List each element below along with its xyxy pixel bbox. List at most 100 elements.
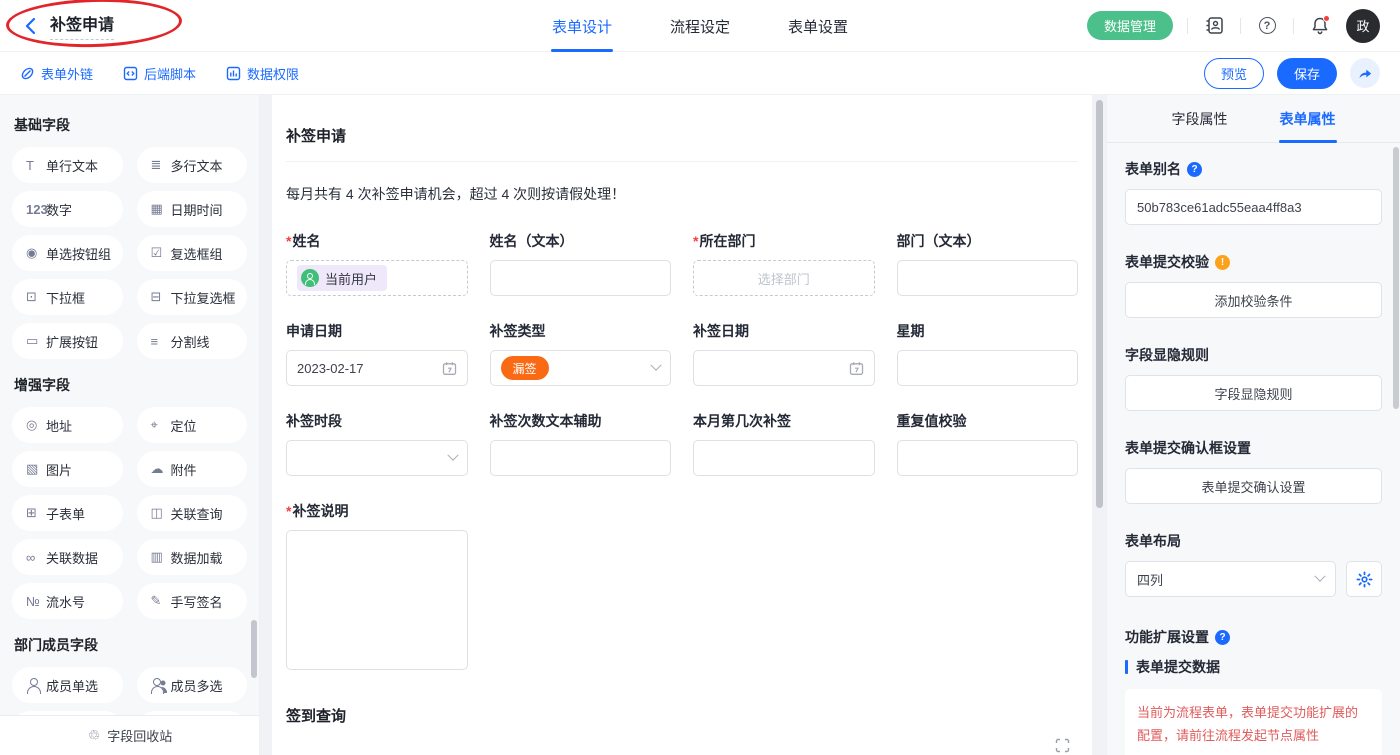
- contact-book-icon[interactable]: [1202, 14, 1226, 38]
- field-item-single-line-text[interactable]: T单行文本: [12, 147, 123, 183]
- field-sign-date[interactable]: 补签日期: [693, 321, 875, 386]
- text-input[interactable]: [693, 440, 875, 476]
- back-button[interactable]: [20, 16, 40, 36]
- field-item-linked-data[interactable]: ∞关联数据: [12, 539, 123, 575]
- checkbox-icon: ☑: [151, 245, 171, 261]
- linked-data-icon: ∞: [26, 550, 46, 565]
- radio-icon: ◉: [26, 245, 46, 261]
- field-item-multi-dropdown[interactable]: ⊟下拉复选框: [137, 279, 248, 315]
- panel-scrollbar[interactable]: [1393, 143, 1399, 755]
- image-icon: ▧: [26, 461, 46, 477]
- divider: [1187, 18, 1188, 34]
- field-name-text[interactable]: 姓名（文本）: [490, 231, 672, 296]
- field-department-text[interactable]: 部门（文本）: [897, 231, 1079, 296]
- add-validation-button[interactable]: 添加校验条件: [1125, 282, 1382, 318]
- field-item-multi-line-text[interactable]: ≣多行文本: [137, 147, 248, 183]
- date-input[interactable]: [693, 350, 875, 386]
- help-icon[interactable]: ?: [1215, 630, 1230, 645]
- submit-confirm-button[interactable]: 表单提交确认设置: [1125, 468, 1382, 504]
- field-department[interactable]: *所在部门 选择部门: [693, 231, 875, 296]
- text-input[interactable]: [897, 440, 1079, 476]
- expand-fullscreen-icon[interactable]: [1055, 738, 1070, 753]
- field-apply-date[interactable]: 申请日期 2023-02-17: [286, 321, 468, 386]
- cloud-upload-icon: ☁: [151, 461, 171, 477]
- field-item-attachment[interactable]: ☁附件: [137, 451, 248, 487]
- field-item-dropdown[interactable]: ⊡下拉框: [12, 279, 123, 315]
- notification-bell-icon[interactable]: [1308, 14, 1332, 38]
- field-visibility-button[interactable]: 字段显隐规则: [1125, 375, 1382, 411]
- field-item-divider[interactable]: ≡分割线: [137, 323, 248, 359]
- form-title[interactable]: 补签申请: [286, 125, 1078, 162]
- field-recycle-bin[interactable]: ♲ 字段回收站: [0, 715, 260, 755]
- subform-icon: ⊞: [26, 505, 46, 521]
- signin-query-title: 签到查询: [286, 705, 1078, 726]
- form-description[interactable]: 每月共有 4 次补签申请机会，超过 4 次则按请假处理！: [286, 184, 1078, 204]
- user-circle-icon: [301, 269, 319, 287]
- field-duplicate-check[interactable]: 重复值校验: [897, 411, 1079, 476]
- date-input[interactable]: 2023-02-17: [286, 350, 468, 386]
- current-user-widget[interactable]: 当前用户: [286, 260, 468, 296]
- text-input[interactable]: [490, 260, 672, 296]
- share-arrow-icon: [1357, 66, 1373, 80]
- select-input[interactable]: [286, 440, 468, 476]
- field-item-member-multi[interactable]: 成员多选: [137, 667, 248, 703]
- people-icon: [151, 678, 171, 692]
- form-layout-select[interactable]: 四列: [1125, 561, 1336, 597]
- data-manage-button[interactable]: 数据管理: [1087, 11, 1173, 40]
- form-alias-input[interactable]: [1125, 189, 1382, 225]
- field-sign-reason[interactable]: *补签说明: [286, 501, 468, 675]
- tab-form-properties[interactable]: 表单属性: [1280, 95, 1336, 143]
- tab-form-design[interactable]: 表单设计: [552, 0, 612, 52]
- recycle-icon: ♲: [88, 727, 101, 744]
- form-external-link[interactable]: 表单外链: [20, 64, 93, 83]
- tab-field-properties[interactable]: 字段属性: [1172, 95, 1228, 143]
- preview-button[interactable]: 预览: [1204, 58, 1264, 89]
- app-header: 补签申请 表单设计 流程设定 表单设置 数据管理 ?: [0, 0, 1400, 52]
- current-user-tag: 当前用户: [297, 265, 387, 291]
- text-input[interactable]: [897, 260, 1079, 296]
- sign-reason-textarea[interactable]: [286, 530, 468, 670]
- field-sign-count-helper[interactable]: 补签次数文本辅助: [490, 411, 672, 476]
- text-input[interactable]: [897, 350, 1079, 386]
- field-item-serial-number[interactable]: №流水号: [12, 583, 123, 619]
- field-item-datetime[interactable]: ▦日期时间: [137, 191, 248, 227]
- field-sign-period[interactable]: 补签时段: [286, 411, 468, 476]
- field-item-data-load[interactable]: ▥数据加载: [137, 539, 248, 575]
- backend-script-link[interactable]: 后端脚本: [123, 64, 196, 83]
- field-month-sign-index[interactable]: 本月第几次补签: [693, 411, 875, 476]
- multi-dropdown-icon: ⊟: [151, 289, 171, 305]
- sidebar-scrollbar[interactable]: [251, 95, 257, 755]
- tab-flow-settings[interactable]: 流程设定: [670, 0, 730, 52]
- field-name[interactable]: *姓名 当前用户: [286, 231, 468, 296]
- location-target-icon: ⌖: [151, 417, 171, 433]
- tab-form-settings[interactable]: 表单设置: [788, 0, 848, 52]
- field-item-subform[interactable]: ⊞子表单: [12, 495, 123, 531]
- flow-form-warning: 当前为流程表单，表单提交功能扩展的配置，请前往流程发起节点属性: [1125, 689, 1382, 755]
- department-picker[interactable]: 选择部门: [693, 260, 875, 296]
- field-item-number[interactable]: 123数字: [12, 191, 123, 227]
- user-avatar[interactable]: 政: [1346, 9, 1380, 43]
- text-input[interactable]: [490, 440, 672, 476]
- layout-settings-button[interactable]: [1346, 561, 1382, 597]
- select-input[interactable]: 漏签: [490, 350, 672, 386]
- help-icon[interactable]: ?: [1187, 162, 1202, 177]
- calendar-icon: [442, 361, 457, 376]
- field-item-handwritten-signature[interactable]: ✎手写签名: [137, 583, 248, 619]
- field-item-image[interactable]: ▧图片: [12, 451, 123, 487]
- field-sign-type[interactable]: 补签类型 漏签: [490, 321, 672, 386]
- help-icon[interactable]: ?: [1255, 14, 1279, 38]
- field-item-address[interactable]: ◎地址: [12, 407, 123, 443]
- field-item-member-single[interactable]: 成员单选: [12, 667, 123, 703]
- gear-icon: [1356, 571, 1373, 588]
- save-button[interactable]: 保存: [1277, 58, 1337, 89]
- field-weekday[interactable]: 星期: [897, 321, 1079, 386]
- field-item-location[interactable]: ⌖定位: [137, 407, 248, 443]
- properties-panel: 字段属性 表单属性 表单别名 ? 表单提交校验 ! 添加校验条件 字段显隐规则 …: [1106, 95, 1400, 755]
- field-item-radio-group[interactable]: ◉单选按钮组: [12, 235, 123, 271]
- share-button[interactable]: [1350, 58, 1380, 88]
- field-item-extend-button[interactable]: ▭扩展按钮: [12, 323, 123, 359]
- canvas-scrollbar[interactable]: [1096, 98, 1103, 752]
- field-item-linked-query[interactable]: ◫关联查询: [137, 495, 248, 531]
- field-item-checkbox-group[interactable]: ☑复选框组: [137, 235, 248, 271]
- data-permission-link[interactable]: 数据权限: [226, 64, 299, 83]
